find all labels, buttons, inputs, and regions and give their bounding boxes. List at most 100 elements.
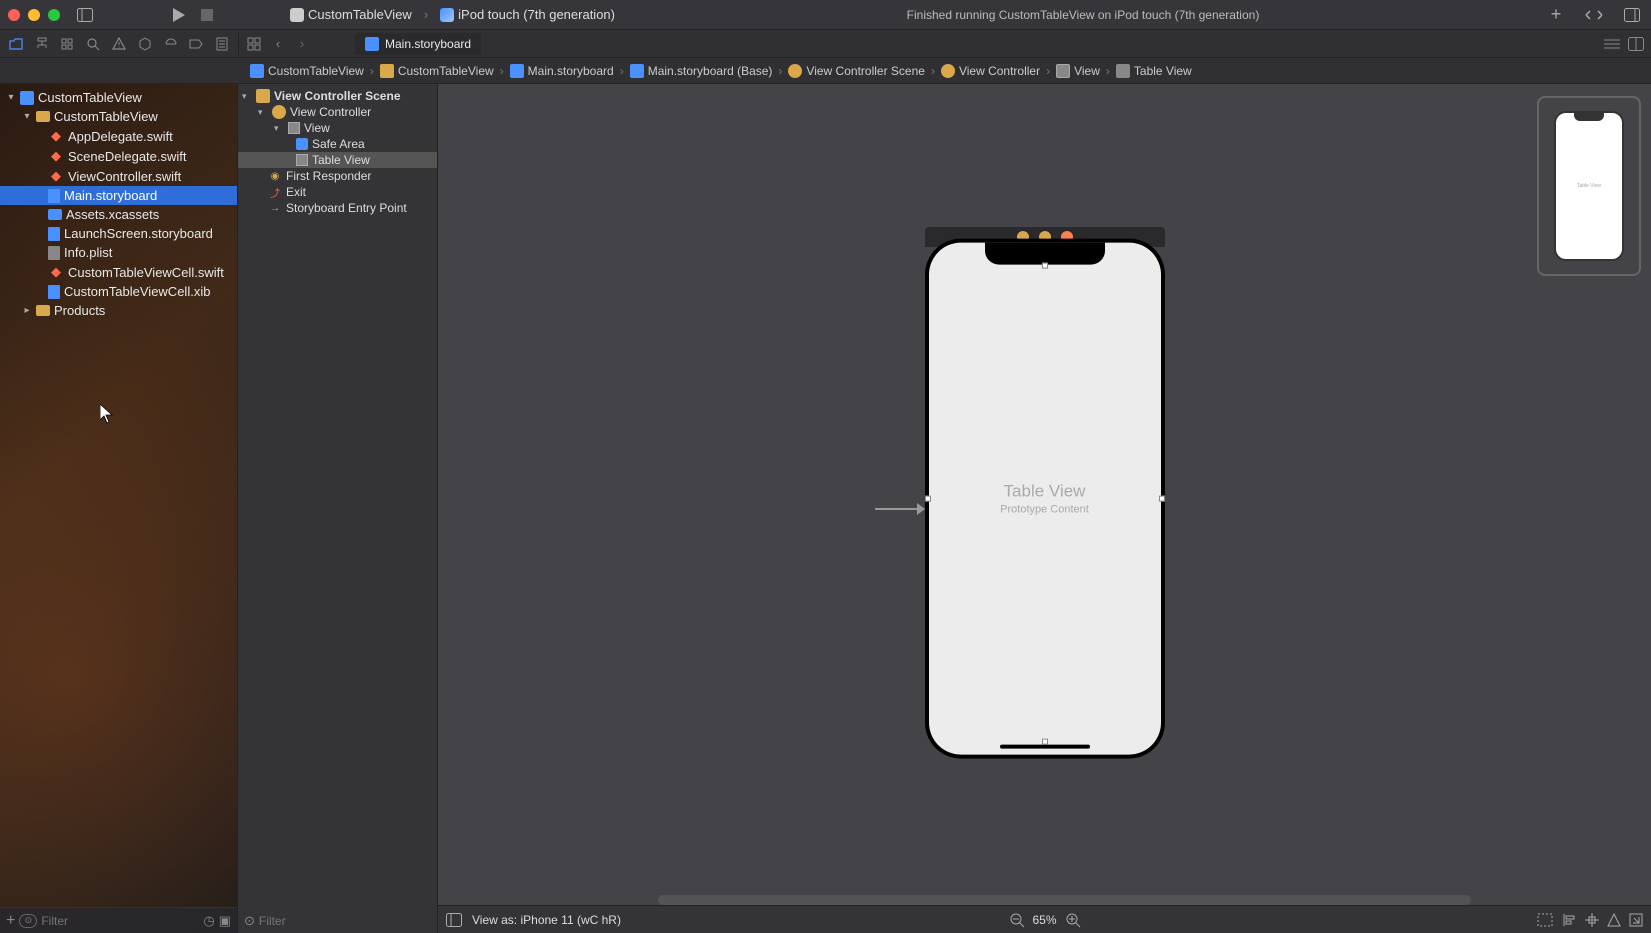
view-as-label[interactable]: View as: iPhone 11 (wC hR) <box>472 913 621 927</box>
code-review-button[interactable] <box>1583 4 1605 26</box>
selection-handle[interactable] <box>1042 262 1048 268</box>
library-button[interactable]: + <box>1545 4 1567 26</box>
jump-item-view[interactable]: View <box>1052 64 1104 78</box>
disclosure-triangle-icon[interactable]: ▾ <box>6 92 16 103</box>
jump-item-scene[interactable]: View Controller Scene <box>784 64 929 78</box>
editor-tab[interactable]: Main.storyboard <box>355 33 481 55</box>
selection-handle[interactable] <box>1159 495 1165 501</box>
outline-viewcontroller[interactable]: ▾ View Controller <box>238 104 437 120</box>
symbol-navigator-icon[interactable] <box>58 34 78 54</box>
horizontal-scrollbar[interactable] <box>658 895 1471 905</box>
scm-filter-icon[interactable]: ▣ <box>219 913 231 929</box>
breakpoint-navigator-icon[interactable] <box>186 34 206 54</box>
recent-filter-icon[interactable]: ◷ <box>203 913 214 929</box>
storyboard-file-icon <box>48 189 60 203</box>
interface-builder-canvas[interactable]: Table View Prototype Content Table View … <box>438 84 1651 933</box>
filter-icon: ⊙ <box>244 913 255 929</box>
disclosure-triangle-icon[interactable]: ▸ <box>22 305 32 316</box>
disclosure-triangle-icon[interactable]: ▾ <box>242 91 252 102</box>
nav-file-customcellxib[interactable]: CustomTableViewCell.xib <box>0 282 237 301</box>
filter-scope-icon[interactable]: ⊙ <box>19 914 37 928</box>
jump-bar[interactable]: CustomTableView › CustomTableView › Main… <box>0 58 1651 84</box>
add-constraints-icon[interactable] <box>1585 913 1599 927</box>
editor-options-icon[interactable] <box>1601 33 1623 55</box>
nav-file-assets[interactable]: Assets.xcassets <box>0 205 237 224</box>
minimap-scene[interactable]: Table View <box>1554 111 1624 261</box>
disclosure-triangle-icon[interactable]: ▾ <box>258 107 268 118</box>
window-controls <box>8 9 60 21</box>
zoom-window-button[interactable] <box>48 9 60 21</box>
resolve-constraints-icon[interactable] <box>1607 913 1621 927</box>
selection-handle[interactable] <box>1042 738 1048 744</box>
toggle-inspector-icon[interactable] <box>1621 4 1643 26</box>
storyboard-entry-arrow-icon[interactable] <box>875 499 925 519</box>
related-items-icon[interactable] <box>243 33 265 55</box>
nav-file-scenedelegate[interactable]: ◆ SceneDelegate.swift <box>0 146 237 166</box>
jump-item-base[interactable]: Main.storyboard (Base) <box>626 64 777 78</box>
disclosure-triangle-icon[interactable]: ▾ <box>22 111 32 122</box>
tableview-canvas-object[interactable]: Table View Prototype Content <box>929 242 1161 754</box>
outline-safearea[interactable]: Safe Area <box>238 136 437 152</box>
outline-entrypoint[interactable]: → Storyboard Entry Point <box>238 200 437 216</box>
nav-file-infoplist[interactable]: Info.plist <box>0 243 237 262</box>
source-control-navigator-icon[interactable] <box>32 34 52 54</box>
nav-file-mainstoryboard[interactable]: Main.storyboard <box>0 186 237 205</box>
outline-view[interactable]: ▾ View <box>238 120 437 136</box>
jump-item-project[interactable]: CustomTableView <box>246 64 368 78</box>
adjust-editor-icon[interactable] <box>1625 33 1647 55</box>
go-forward-button[interactable]: › <box>291 33 313 55</box>
disclosure-triangle-icon[interactable]: ▾ <box>274 123 284 134</box>
jump-item-file[interactable]: Main.storyboard <box>506 64 618 78</box>
close-window-button[interactable] <box>8 9 20 21</box>
nav-project-root[interactable]: ▾ CustomTableView <box>0 88 237 107</box>
scheme-device-label: iPod touch (7th generation) <box>458 7 615 22</box>
zoom-in-icon[interactable] <box>1065 912 1081 928</box>
assets-icon <box>48 209 62 220</box>
outline-filter-input[interactable] <box>259 914 431 928</box>
safearea-icon <box>296 138 308 150</box>
minimize-window-button[interactable] <box>28 9 40 21</box>
nav-file-appdelegate[interactable]: ◆ AppDelegate.swift <box>0 126 237 146</box>
navigator-filter-input[interactable] <box>41 914 199 928</box>
zoom-level[interactable]: 65% <box>1032 913 1056 927</box>
go-back-button[interactable]: ‹ <box>267 33 289 55</box>
viewcontroller-icon <box>272 105 286 119</box>
outline-scene[interactable]: ▾ View Controller Scene <box>238 88 437 104</box>
outline-firstresponder[interactable]: ◉ First Responder <box>238 168 437 184</box>
embed-in-icon[interactable] <box>1629 913 1643 927</box>
add-icon[interactable]: + <box>6 912 15 930</box>
nav-file-launchscreen[interactable]: LaunchScreen.storyboard <box>0 224 237 243</box>
nav-file-viewcontroller[interactable]: ◆ ViewController.swift <box>0 166 237 186</box>
jump-item-tableview[interactable]: Table View <box>1112 64 1196 78</box>
jump-item-vc[interactable]: View Controller <box>937 64 1044 78</box>
update-frames-icon[interactable] <box>1537 913 1553 927</box>
report-navigator-icon[interactable] <box>212 34 232 54</box>
app-icon <box>290 8 304 22</box>
stop-button[interactable] <box>196 4 218 26</box>
zoom-out-icon[interactable] <box>1008 912 1024 928</box>
entrypoint-icon: → <box>268 201 282 215</box>
find-navigator-icon[interactable] <box>83 34 103 54</box>
scheme-selector[interactable]: CustomTableView › iPod touch (7th genera… <box>284 5 621 24</box>
toggle-outline-icon[interactable] <box>446 913 462 927</box>
test-navigator-icon[interactable] <box>135 34 155 54</box>
outline-tableview[interactable]: Table View <box>238 152 437 168</box>
project-navigator-icon[interactable] <box>6 34 26 54</box>
jump-item-group[interactable]: CustomTableView <box>376 64 498 78</box>
folder-icon <box>36 111 50 122</box>
align-icon[interactable] <box>1561 913 1577 927</box>
xcode-project-icon <box>20 91 34 105</box>
nav-file-customcellswift[interactable]: ◆ CustomTableViewCell.swift <box>0 262 237 282</box>
canvas-minimap[interactable]: Table View <box>1537 96 1641 276</box>
tableview-icon <box>296 154 308 166</box>
nav-products-group[interactable]: ▸ Products <box>0 301 237 320</box>
selection-handle[interactable] <box>925 495 931 501</box>
outline-exit[interactable]: ⤴ Exit <box>238 184 437 200</box>
debug-navigator-icon[interactable] <box>161 34 181 54</box>
storyboard-icon <box>510 64 524 78</box>
toggle-sidebar-icon[interactable] <box>74 4 96 26</box>
run-button[interactable] <box>168 4 190 26</box>
storyboard-icon <box>630 64 644 78</box>
nav-group[interactable]: ▾ CustomTableView <box>0 107 237 126</box>
issue-navigator-icon[interactable] <box>109 34 129 54</box>
